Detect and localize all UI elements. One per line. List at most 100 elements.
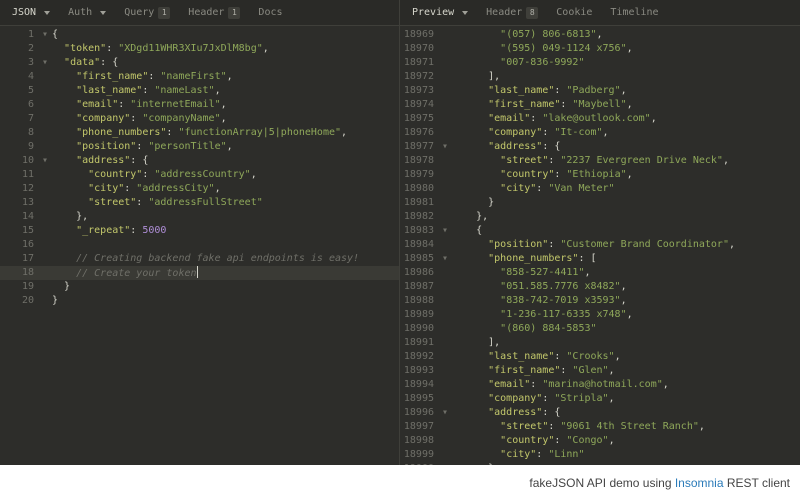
code-line[interactable]: 18996▾ "address": { (400, 406, 800, 420)
code-content: "last_name": "Padberg", (452, 84, 800, 98)
code-line[interactable]: 18989 "1-236-117-6335 x748", (400, 308, 800, 322)
code-line[interactable]: 18994 "email": "marina@hotmail.com", (400, 378, 800, 392)
code-line[interactable]: 13 "street": "addressFullStreet" (0, 196, 399, 210)
code-line[interactable]: 18986 "858-527-4411", (400, 266, 800, 280)
code-content: "city": "Van Meter" (452, 182, 800, 196)
code-line[interactable]: 6 "email": "internetEmail", (0, 98, 399, 112)
response-tab-header[interactable]: Header8 (478, 0, 546, 26)
response-viewer[interactable]: 18969 "(057) 806-6813",18970 "(595) 049-… (400, 26, 800, 465)
line-number: 18978 (400, 154, 442, 168)
tab-label: Timeline (610, 7, 658, 18)
tab-badge: 1 (228, 7, 240, 19)
code-line[interactable]: 4 "first_name": "nameFirst", (0, 70, 399, 84)
code-line[interactable]: 18997 "street": "9061 4th Street Ranch", (400, 420, 800, 434)
code-line[interactable]: 18974 "first_name": "Maybell", (400, 98, 800, 112)
code-line[interactable]: 3▾ "data": { (0, 56, 399, 70)
code-line[interactable]: 2 "token": "XDgd11WHR3XIu7JxDlM8bg", (0, 42, 399, 56)
code-content: "(595) 049-1124 x756", (452, 42, 800, 56)
code-line[interactable]: 10▾ "address": { (0, 154, 399, 168)
code-line[interactable]: 18981 } (400, 196, 800, 210)
fold-marker (442, 28, 452, 42)
code-line[interactable]: 12 "city": "addressCity", (0, 182, 399, 196)
code-content: "street": "2237 Evergreen Drive Neck", (452, 154, 800, 168)
code-line[interactable]: 18998 "country": "Congo", (400, 434, 800, 448)
code-line[interactable]: 16 (0, 238, 399, 252)
code-line[interactable]: 18972 ], (400, 70, 800, 84)
code-content: "first_name": "nameFirst", (52, 70, 399, 84)
code-line[interactable]: 18970 "(595) 049-1124 x756", (400, 42, 800, 56)
fold-marker[interactable]: ▾ (42, 56, 52, 70)
line-number: 6 (0, 98, 42, 112)
fold-marker[interactable]: ▾ (442, 140, 452, 154)
code-content: "email": "internetEmail", (52, 98, 399, 112)
code-line[interactable]: 18995 "company": "Stripla", (400, 392, 800, 406)
code-line[interactable]: 18983▾ { (400, 224, 800, 238)
code-line[interactable]: 18992 "last_name": "Crooks", (400, 350, 800, 364)
fold-marker[interactable]: ▾ (442, 252, 452, 266)
code-line[interactable]: 18990 "(860) 884-5853" (400, 322, 800, 336)
code-line[interactable]: 18980 "city": "Van Meter" (400, 182, 800, 196)
request-tab-header[interactable]: Header1 (180, 0, 248, 26)
code-line[interactable]: 17 // Creating backend fake api endpoint… (0, 252, 399, 266)
line-number: 18 (0, 266, 42, 280)
code-line[interactable]: 18973 "last_name": "Padberg", (400, 84, 800, 98)
code-line[interactable]: 20} (0, 294, 399, 308)
code-line[interactable]: 19000 } (400, 462, 800, 465)
code-line[interactable]: 18987 "051.585.7776 x8482", (400, 280, 800, 294)
code-content: "first_name": "Glen", (452, 364, 800, 378)
code-line[interactable]: 18988 "838-742-7019 x3593", (400, 294, 800, 308)
code-line[interactable]: 18982 }, (400, 210, 800, 224)
code-line[interactable]: 11 "country": "addressCountry", (0, 168, 399, 182)
code-line[interactable]: 18991 ], (400, 336, 800, 350)
request-editor[interactable]: 1▾{2 "token": "XDgd11WHR3XIu7JxDlM8bg",3… (0, 26, 399, 465)
tab-label: Cookie (556, 7, 592, 18)
fold-marker (442, 392, 452, 406)
line-number: 18997 (400, 420, 442, 434)
request-tab-docs[interactable]: Docs (250, 0, 290, 26)
fold-marker[interactable]: ▾ (42, 154, 52, 168)
caption-link[interactable]: Insomnia (675, 476, 724, 490)
line-number: 18983 (400, 224, 442, 238)
code-line[interactable]: 14 }, (0, 210, 399, 224)
code-line[interactable]: 18984 "position": "Customer Brand Coordi… (400, 238, 800, 252)
code-line[interactable]: 18976 "company": "It-com", (400, 126, 800, 140)
code-line[interactable]: 18971 "007-836-9992" (400, 56, 800, 70)
code-line[interactable]: 19 } (0, 280, 399, 294)
request-tab-auth[interactable]: Auth (60, 0, 114, 26)
fold-marker (442, 266, 452, 280)
fold-marker[interactable]: ▾ (442, 406, 452, 420)
response-tab-cookie[interactable]: Cookie (548, 0, 600, 26)
line-number: 18982 (400, 210, 442, 224)
code-content: "company": "Stripla", (452, 392, 800, 406)
code-line[interactable]: 18 // Create your token (0, 266, 399, 280)
code-content: "country": "Ethiopia", (452, 168, 800, 182)
line-number: 18974 (400, 98, 442, 112)
code-line[interactable]: 5 "last_name": "nameLast", (0, 84, 399, 98)
request-pane: JSONAuthQuery1Header1Docs 1▾{2 "token": … (0, 0, 400, 465)
response-tab-preview[interactable]: Preview (404, 0, 476, 26)
code-line[interactable]: 8 "phone_numbers": "functionArray|5|phon… (0, 126, 399, 140)
code-line[interactable]: 18993 "first_name": "Glen", (400, 364, 800, 378)
code-content: "position": "Customer Brand Coordinator"… (452, 238, 800, 252)
code-line[interactable]: 18978 "street": "2237 Evergreen Drive Ne… (400, 154, 800, 168)
fold-marker[interactable]: ▾ (442, 224, 452, 238)
code-line[interactable]: 18985▾ "phone_numbers": [ (400, 252, 800, 266)
line-number: 18989 (400, 308, 442, 322)
line-number: 14 (0, 210, 42, 224)
request-tab-query[interactable]: Query1 (116, 0, 178, 26)
request-tab-json[interactable]: JSON (4, 0, 58, 26)
code-line[interactable]: 18969 "(057) 806-6813", (400, 28, 800, 42)
code-line[interactable]: 18999 "city": "Linn" (400, 448, 800, 462)
code-line[interactable]: 15 "_repeat": 5000 (0, 224, 399, 238)
line-number: 18984 (400, 238, 442, 252)
code-line[interactable]: 18977▾ "address": { (400, 140, 800, 154)
code-line[interactable]: 1▾{ (0, 28, 399, 42)
code-line[interactable]: 7 "company": "companyName", (0, 112, 399, 126)
code-line[interactable]: 18975 "email": "lake@outlook.com", (400, 112, 800, 126)
fold-marker (442, 70, 452, 84)
fold-marker (42, 252, 52, 266)
response-tab-timeline[interactable]: Timeline (602, 0, 666, 26)
fold-marker[interactable]: ▾ (42, 28, 52, 42)
code-line[interactable]: 18979 "country": "Ethiopia", (400, 168, 800, 182)
code-line[interactable]: 9 "position": "personTitle", (0, 140, 399, 154)
